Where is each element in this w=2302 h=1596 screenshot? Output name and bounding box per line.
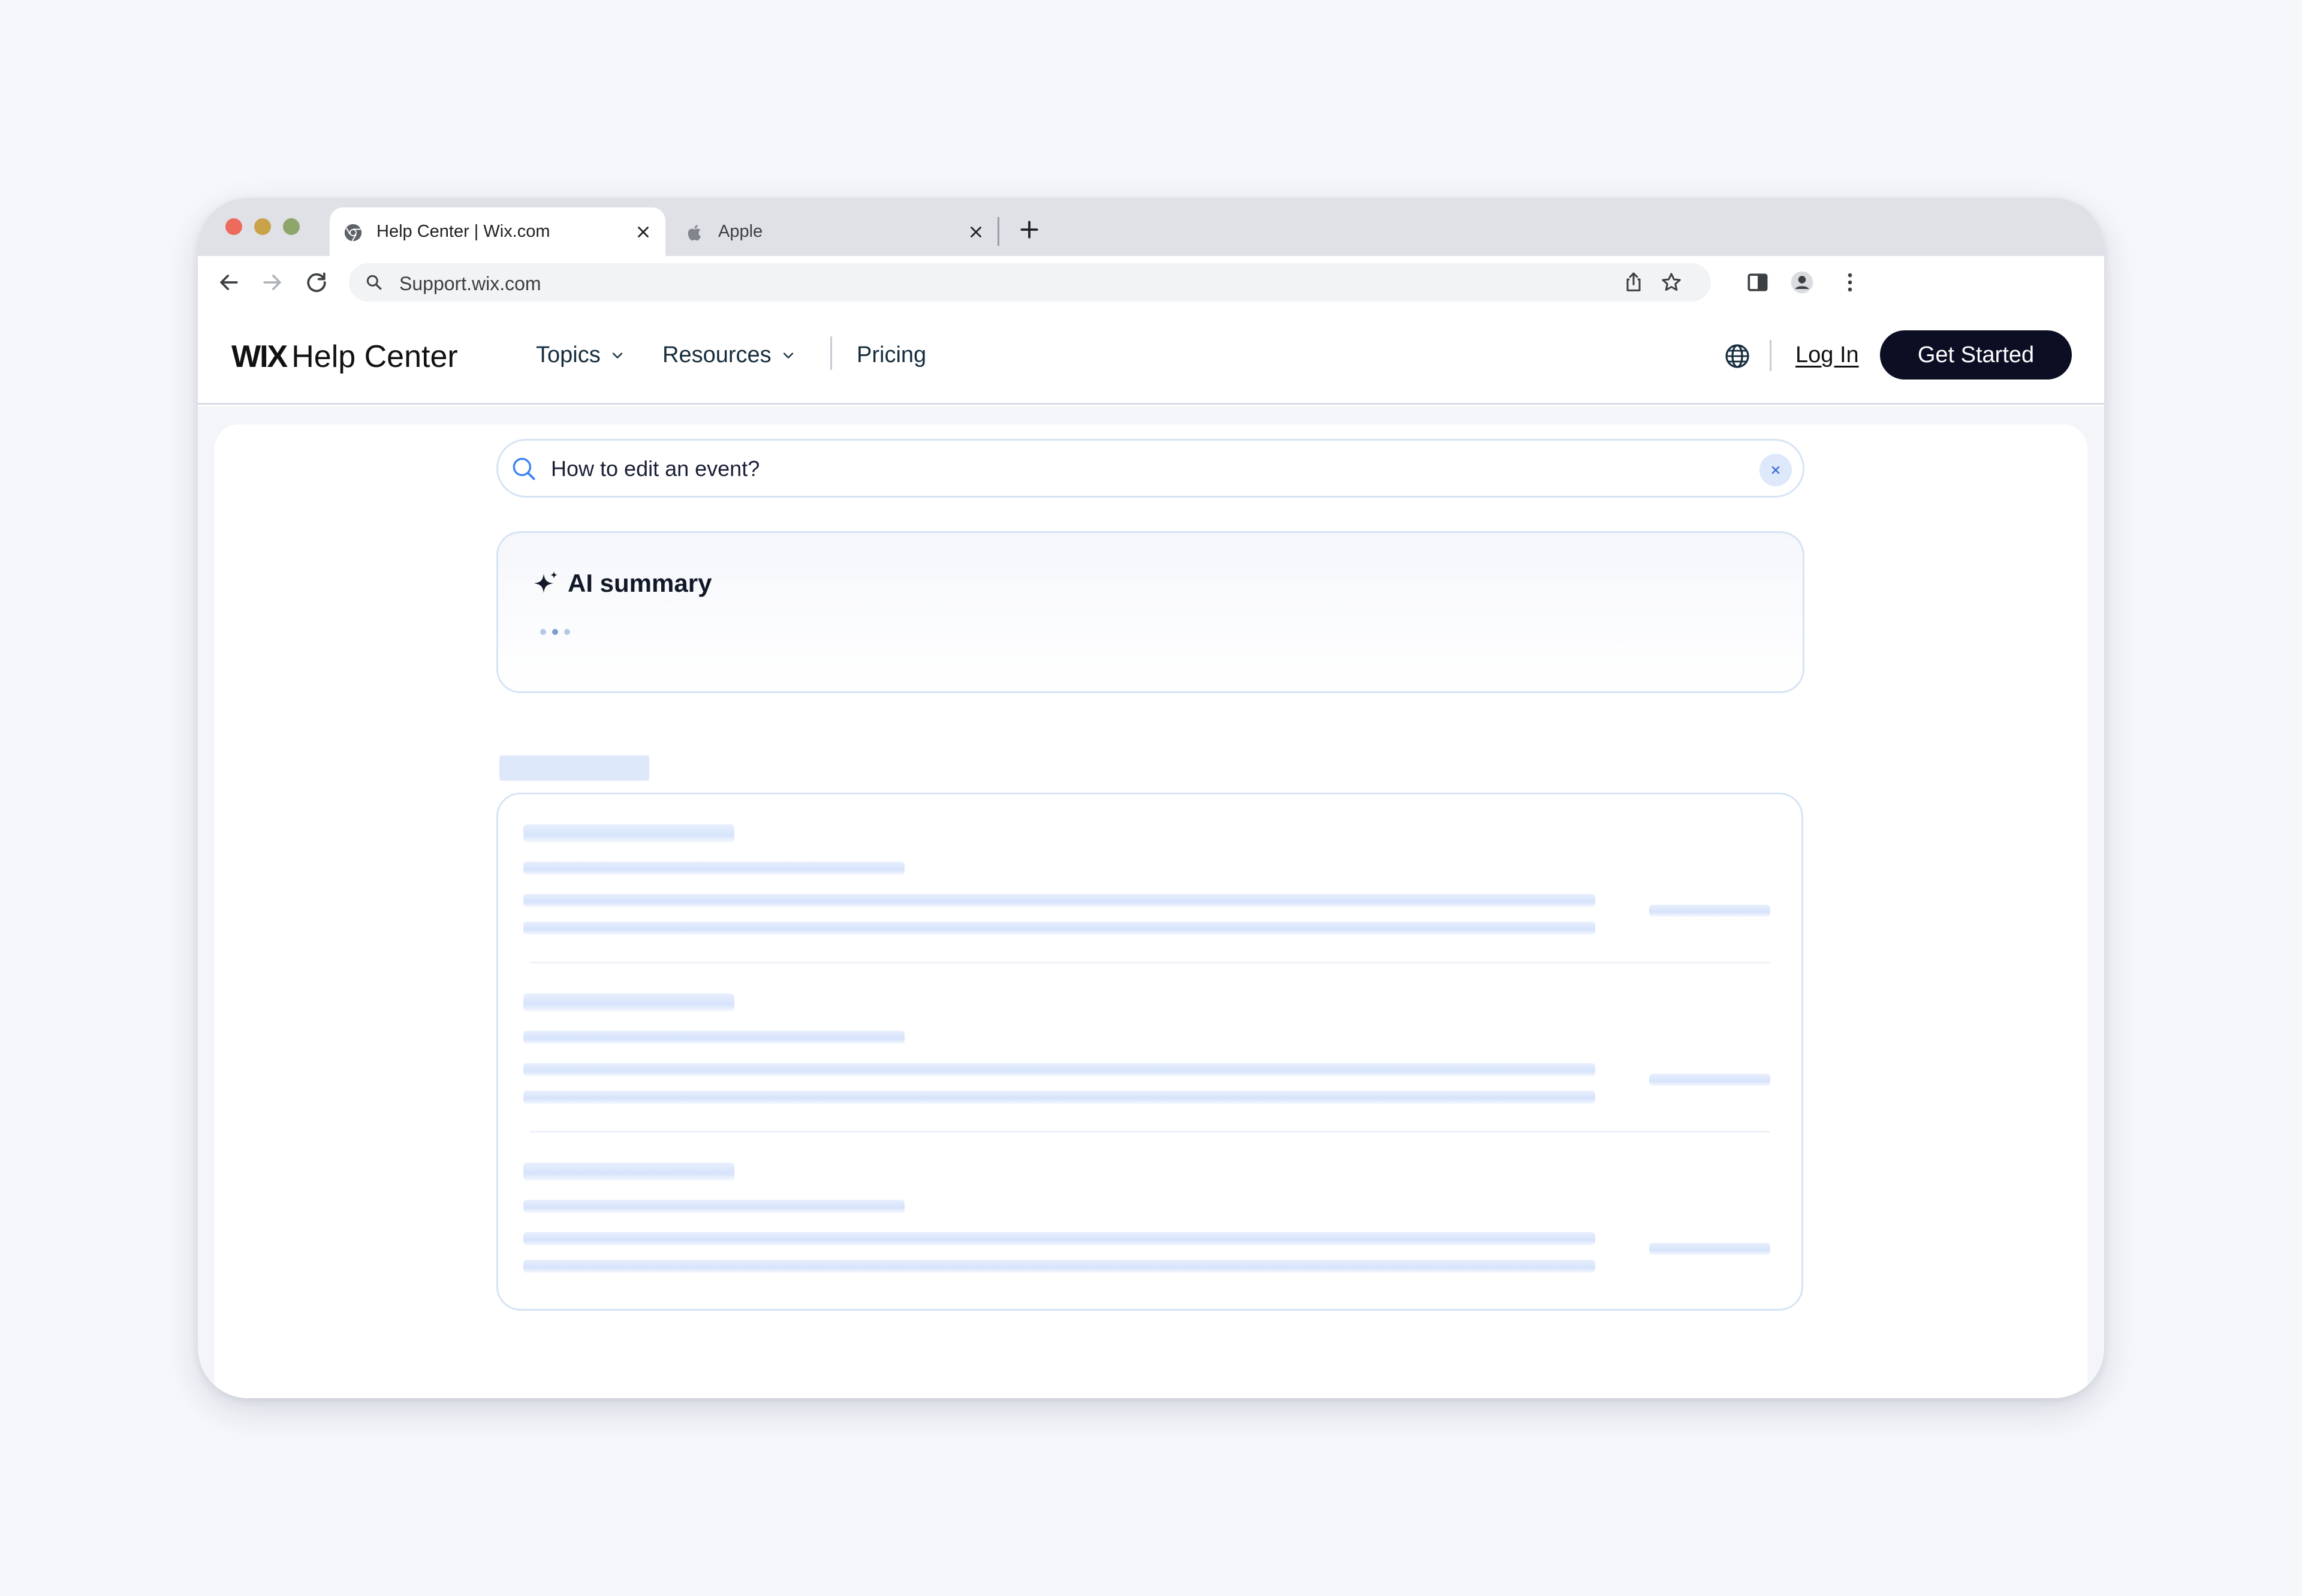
reload-icon[interactable]	[303, 269, 330, 296]
loading-dot	[552, 629, 558, 635]
nav-resources[interactable]: Resources	[662, 342, 797, 368]
skeleton-line	[523, 1260, 1595, 1273]
nav-topics-label: Topics	[536, 342, 601, 368]
wix-logo[interactable]: WIX Help Center	[231, 339, 458, 375]
loading-dots	[540, 629, 570, 635]
close-tab-icon[interactable]	[967, 223, 985, 241]
results-heading-skeleton	[499, 755, 649, 781]
chevron-down-icon	[612, 352, 622, 359]
logo-product: Help Center	[291, 339, 458, 374]
address-url: Support.wix.com	[399, 273, 541, 294]
tab-label: Help Center | Wix.com	[376, 222, 550, 241]
content-card: How to edit an event? AI summary	[215, 424, 2087, 1398]
result-skeleton-row	[498, 1133, 1801, 1302]
minimize-window-button[interactable]	[254, 218, 271, 235]
tab-apple[interactable]: Apple	[671, 207, 998, 256]
skeleton-title	[523, 1163, 734, 1181]
skeleton-title	[523, 824, 734, 842]
share-icon[interactable]	[1622, 270, 1646, 294]
sparkle-icon	[534, 571, 558, 593]
nav-divider	[830, 336, 832, 370]
new-tab-icon[interactable]	[1018, 218, 1041, 241]
profile-avatar-icon[interactable]	[1789, 269, 1815, 296]
skeleton-side	[1649, 905, 1770, 917]
skeleton-title	[523, 993, 734, 1011]
result-skeleton-row	[498, 794, 1801, 963]
side-panel-icon[interactable]	[1744, 269, 1771, 296]
ai-summary-card: AI summary	[496, 531, 1804, 693]
skeleton-subtitle	[523, 1031, 905, 1044]
nav-resources-label: Resources	[662, 342, 772, 368]
search-icon	[366, 275, 382, 290]
back-arrow-icon[interactable]	[216, 269, 242, 296]
skeleton-line	[523, 1063, 1595, 1076]
apple-icon	[688, 225, 701, 241]
globe-icon[interactable]	[1723, 342, 1752, 371]
more-menu-icon[interactable]	[1837, 269, 1863, 296]
skeleton-line	[523, 1091, 1595, 1104]
clear-search-button[interactable]	[1759, 454, 1792, 486]
nav-topics[interactable]: Topics	[536, 342, 626, 368]
close-window-button[interactable]	[225, 218, 242, 235]
site-header: WIX Help Center Topics Resources Pricing …	[198, 309, 2104, 405]
chrome-icon	[344, 224, 362, 242]
skeleton-subtitle	[523, 1200, 905, 1213]
ai-summary-title: AI summary	[568, 569, 712, 597]
chevron-down-icon	[783, 352, 793, 359]
content-area: How to edit an event? AI summary	[198, 406, 2104, 1398]
logo-brand: WIX	[231, 339, 288, 374]
tab-help-center[interactable]: Help Center | Wix.com	[330, 207, 665, 256]
nav-pricing[interactable]: Pricing	[857, 342, 926, 368]
tab-separator	[998, 217, 999, 246]
login-link[interactable]: Log In	[1795, 342, 1859, 368]
close-icon	[1771, 466, 1780, 474]
tab-label: Apple	[718, 222, 763, 241]
loading-dot	[540, 629, 546, 635]
close-tab-icon[interactable]	[634, 223, 652, 241]
result-skeleton-row	[498, 963, 1801, 1133]
skeleton-side	[1649, 1243, 1770, 1255]
skeleton-subtitle	[523, 862, 905, 875]
address-bar[interactable]: Support.wix.com	[349, 263, 1711, 302]
forward-arrow-icon[interactable]	[259, 269, 285, 296]
skeleton-line	[523, 922, 1595, 935]
search-icon	[513, 457, 535, 480]
browser-toolbar: Support.wix.com	[198, 256, 2104, 309]
header-divider	[1770, 340, 1771, 371]
skeleton-line	[523, 1232, 1595, 1245]
browser-window: Help Center | Wix.com Apple Support.wix.…	[198, 198, 2104, 1398]
skeleton-line	[523, 894, 1595, 907]
maximize-window-button[interactable]	[283, 218, 300, 235]
loading-dot	[564, 629, 570, 635]
get-started-button[interactable]: Get Started	[1880, 330, 2072, 380]
nav-pricing-label: Pricing	[857, 342, 927, 368]
search-bar[interactable]: How to edit an event?	[496, 439, 1804, 498]
bookmark-star-icon[interactable]	[1659, 270, 1683, 294]
search-input[interactable]: How to edit an event?	[551, 456, 760, 481]
results-card	[496, 793, 1803, 1311]
skeleton-side	[1649, 1074, 1770, 1086]
tab-strip: Help Center | Wix.com Apple	[198, 198, 2104, 256]
